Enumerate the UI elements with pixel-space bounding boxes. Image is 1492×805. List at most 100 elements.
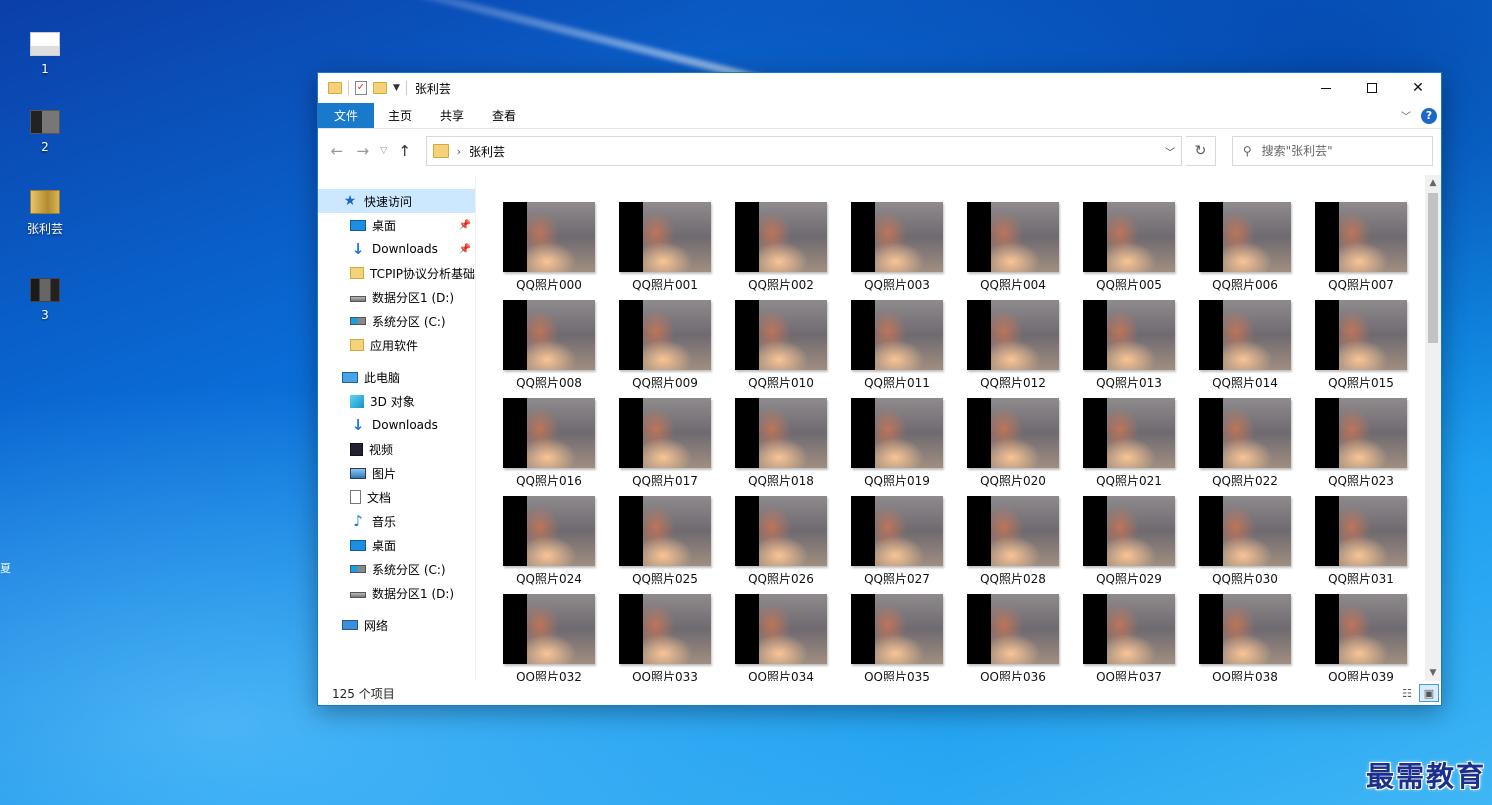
sidebar-item-documents[interactable]: 文档 bbox=[318, 485, 475, 509]
desktop-icon-folder[interactable]: 张利芸 bbox=[20, 190, 70, 237]
desktop-icon-1[interactable]: 1 bbox=[20, 32, 70, 76]
file-item[interactable]: QQ照片012 bbox=[961, 300, 1065, 390]
sidebar-item-network[interactable]: 网络 bbox=[318, 613, 475, 637]
properties-icon[interactable]: ✓ bbox=[355, 81, 367, 95]
file-item[interactable]: QQ照片015 bbox=[1309, 300, 1413, 390]
sidebar-item-music[interactable]: ♪ 音乐 bbox=[318, 509, 475, 533]
file-item[interactable]: QQ照片024 bbox=[497, 496, 601, 586]
file-item[interactable]: QQ照片025 bbox=[613, 496, 717, 586]
close-button[interactable]: ✕ bbox=[1395, 73, 1441, 103]
file-item[interactable]: QQ照片000 bbox=[497, 202, 601, 292]
file-item[interactable]: QQ照片018 bbox=[729, 398, 833, 488]
sidebar-item-downloads[interactable]: ↓ Downloads 📌 bbox=[318, 237, 475, 261]
file-item[interactable]: QQ照片027 bbox=[845, 496, 949, 586]
file-item[interactable]: QQ照片036 bbox=[961, 594, 1065, 681]
file-item[interactable]: QQ照片010 bbox=[729, 300, 833, 390]
file-item[interactable]: QQ照片021 bbox=[1077, 398, 1181, 488]
scrollbar-thumb[interactable] bbox=[1428, 193, 1438, 343]
refresh-button[interactable]: ↻ bbox=[1186, 136, 1216, 166]
photo-thumbnail bbox=[619, 398, 711, 468]
file-item[interactable]: QQ照片038 bbox=[1193, 594, 1297, 681]
file-item[interactable]: QQ照片009 bbox=[613, 300, 717, 390]
file-item[interactable]: QQ照片023 bbox=[1309, 398, 1413, 488]
sidebar-item-apps-folder[interactable]: 应用软件 bbox=[318, 333, 475, 357]
photo-thumbnail bbox=[619, 202, 711, 272]
minimize-button[interactable] bbox=[1303, 73, 1349, 103]
maximize-button[interactable] bbox=[1349, 73, 1395, 103]
sidebar-item-tcpip-folder[interactable]: TCPIP协议分析基础 bbox=[318, 261, 475, 285]
refresh-icon: ↻ bbox=[1194, 143, 1207, 159]
file-item[interactable]: QQ照片014 bbox=[1193, 300, 1297, 390]
maximize-icon bbox=[1367, 83, 1377, 93]
forward-arrow-icon[interactable]: → bbox=[352, 142, 374, 160]
details-view-icon[interactable]: ☷ bbox=[1397, 684, 1417, 702]
file-item[interactable]: QQ照片017 bbox=[613, 398, 717, 488]
file-item[interactable]: QQ照片031 bbox=[1309, 496, 1413, 586]
large-icons-view-icon[interactable]: ▣ bbox=[1419, 684, 1439, 702]
sidebar-item-quick-access[interactable]: ★ 快速访问 bbox=[318, 189, 475, 213]
file-item[interactable]: QQ照片028 bbox=[961, 496, 1065, 586]
file-item[interactable]: QQ照片006 bbox=[1193, 202, 1297, 292]
sidebar-item-pc-desktop[interactable]: 桌面 bbox=[318, 533, 475, 557]
tab-file[interactable]: 文件 bbox=[318, 103, 375, 128]
sidebar-item-pc-data-drive[interactable]: 数据分区1 (D:) bbox=[318, 581, 475, 605]
vertical-scrollbar[interactable]: ▲ ▼ bbox=[1425, 175, 1441, 681]
tab-share[interactable]: 共享 bbox=[426, 103, 478, 128]
file-item[interactable]: QQ照片032 bbox=[497, 594, 601, 681]
address-bar[interactable]: › 张利芸 ﹀ bbox=[425, 136, 1182, 166]
new-folder-icon[interactable] bbox=[373, 82, 387, 94]
file-item[interactable]: QQ照片004 bbox=[961, 202, 1065, 292]
address-history-chevron-down-icon[interactable]: ﹀ bbox=[1165, 144, 1175, 159]
sidebar-item-pc-downloads[interactable]: ↓ Downloads bbox=[318, 413, 475, 437]
file-item[interactable]: QQ照片003 bbox=[845, 202, 949, 292]
file-item[interactable]: QQ照片034 bbox=[729, 594, 833, 681]
desktop-icon-label: 1 bbox=[41, 62, 49, 76]
up-arrow-icon[interactable]: ↑ bbox=[394, 142, 416, 160]
file-item[interactable]: QQ照片030 bbox=[1193, 496, 1297, 586]
file-item[interactable]: QQ照片008 bbox=[497, 300, 601, 390]
sidebar-item-videos[interactable]: 视频 bbox=[318, 437, 475, 461]
file-item[interactable]: QQ照片002 bbox=[729, 202, 833, 292]
desktop-icon-2[interactable]: 2 bbox=[20, 110, 70, 154]
file-item[interactable]: QQ照片033 bbox=[613, 594, 717, 681]
file-item[interactable]: QQ照片016 bbox=[497, 398, 601, 488]
file-item[interactable]: QQ照片035 bbox=[845, 594, 949, 681]
photo-thumbnail bbox=[735, 300, 827, 370]
folder-icon bbox=[350, 267, 364, 279]
file-item[interactable]: QQ照片020 bbox=[961, 398, 1065, 488]
sidebar-item-desktop[interactable]: 桌面 📌 bbox=[318, 213, 475, 237]
file-item[interactable]: QQ照片039 bbox=[1309, 594, 1413, 681]
expand-ribbon-chevron-down-icon[interactable]: ﹀ bbox=[1401, 108, 1411, 123]
customize-toolbar-chevron-down-icon[interactable]: ▼ bbox=[393, 83, 400, 93]
file-item[interactable]: QQ照片005 bbox=[1077, 202, 1181, 292]
file-item[interactable]: QQ照片026 bbox=[729, 496, 833, 586]
sidebar-item-system-drive[interactable]: 系统分区 (C:) bbox=[318, 309, 475, 333]
search-input[interactable] bbox=[1261, 144, 1412, 158]
sidebar-item-pc-system-drive[interactable]: 系统分区 (C:) bbox=[318, 557, 475, 581]
file-item[interactable]: QQ照片013 bbox=[1077, 300, 1181, 390]
file-item[interactable]: QQ照片029 bbox=[1077, 496, 1181, 586]
help-icon[interactable]: ? bbox=[1421, 107, 1437, 124]
breadcrumb-chevron-right-icon[interactable]: › bbox=[457, 145, 461, 158]
breadcrumb-current[interactable]: 张利芸 bbox=[469, 143, 505, 160]
sidebar-item-pictures[interactable]: 图片 bbox=[318, 461, 475, 485]
system-drive-icon bbox=[350, 317, 366, 325]
scroll-down-icon[interactable]: ▼ bbox=[1425, 665, 1441, 681]
sidebar-item-data-drive[interactable]: 数据分区1 (D:) bbox=[318, 285, 475, 309]
tab-view[interactable]: 查看 bbox=[478, 103, 530, 128]
back-arrow-icon[interactable]: ← bbox=[326, 142, 348, 160]
file-item[interactable]: QQ照片037 bbox=[1077, 594, 1181, 681]
file-item[interactable]: QQ照片022 bbox=[1193, 398, 1297, 488]
file-item[interactable]: QQ照片007 bbox=[1309, 202, 1413, 292]
search-box[interactable]: ⚲ bbox=[1231, 136, 1433, 166]
tab-home[interactable]: 主页 bbox=[374, 103, 426, 128]
file-item[interactable]: QQ照片019 bbox=[845, 398, 949, 488]
file-item[interactable]: QQ照片011 bbox=[845, 300, 949, 390]
sidebar-item-3d-objects[interactable]: 3D 对象 bbox=[318, 389, 475, 413]
recent-locations-chevron-down-icon[interactable]: ▽ bbox=[378, 146, 390, 156]
file-item[interactable]: QQ照片001 bbox=[613, 202, 717, 292]
scroll-up-icon[interactable]: ▲ bbox=[1425, 175, 1441, 191]
desktop-icon-3[interactable]: 3 bbox=[20, 278, 70, 322]
sidebar-item-this-pc[interactable]: 此电脑 bbox=[318, 365, 475, 389]
file-grid: QQ照片000 QQ照片001 QQ照片002 QQ照片003 QQ照片004 QQ照片0… bbox=[497, 202, 1413, 681]
